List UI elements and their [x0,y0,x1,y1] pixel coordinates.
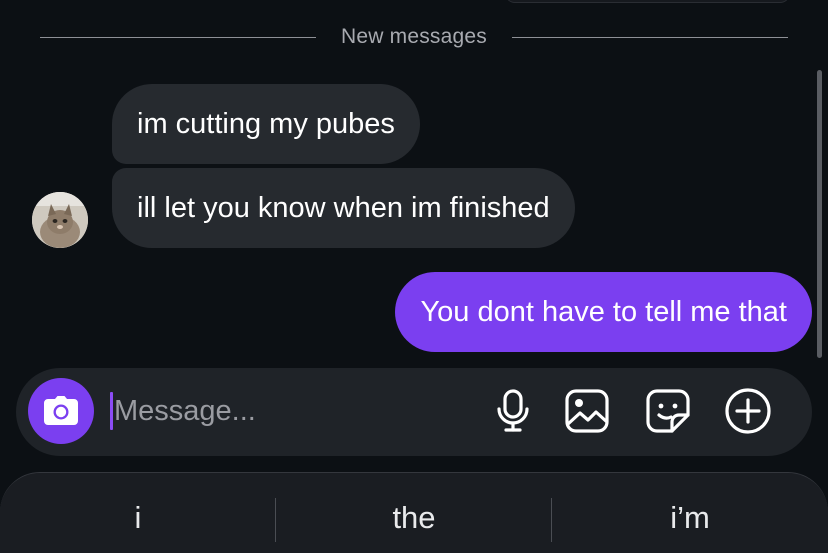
suggestion-separator [275,498,276,542]
divider-line-right [512,37,788,38]
incoming-message-bubble[interactable]: ill let you know when im finished [112,168,575,248]
incoming-message-bubble[interactable]: im cutting my pubes [112,84,420,164]
scrollbar[interactable] [817,70,822,358]
message-text: You dont have to tell me that [420,295,787,328]
camera-button[interactable] [28,378,94,444]
voice-message-button[interactable] [488,386,538,436]
previous-message-edge [505,0,790,2]
microphone-icon [497,389,529,432]
divider-line-left [40,37,316,38]
camera-icon [44,396,78,425]
message-input[interactable] [114,390,474,432]
suggestion-item[interactable]: i [3,500,273,536]
more-options-button[interactable] [723,386,773,436]
message-text: ill let you know when im finished [137,191,550,224]
suggestion-item[interactable]: i’m [555,500,825,536]
new-messages-divider-label: New messages [341,25,487,48]
text-cursor [110,392,113,430]
outgoing-message-bubble[interactable]: You dont have to tell me that [395,272,812,352]
suggestion-separator [551,498,552,542]
gallery-button[interactable] [562,386,612,436]
message-text: im cutting my pubes [137,107,395,140]
cat-avatar-icon [32,192,88,248]
avatar[interactable] [32,192,88,248]
plus-icon [725,388,771,434]
suggestion-item[interactable]: the [279,500,549,536]
sticker-button[interactable] [643,386,693,436]
image-icon [565,389,609,433]
sticker-icon [646,389,690,433]
